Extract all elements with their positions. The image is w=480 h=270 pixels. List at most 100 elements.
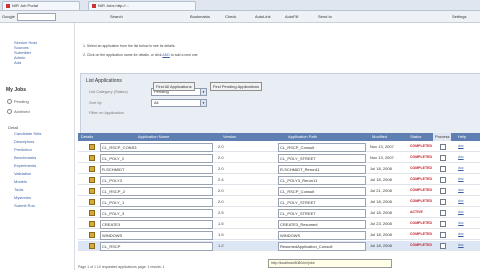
sort-select[interactable]: All ▼	[151, 99, 207, 107]
th-application-path: Application Path	[288, 134, 317, 139]
table-row[interactable]: CL_RSCP_2 2.0 CL_RSCP_Consult Jul 21, 2008 C…	[78, 186, 480, 196]
application-path-field[interactable]: CREATE3_Resumed	[278, 220, 366, 229]
th-details: Details	[81, 134, 94, 139]
process-checkbox[interactable]	[440, 210, 446, 216]
sidebar-link-experiments[interactable]: Experiments	[14, 163, 36, 168]
help-link[interactable]: doc	[458, 166, 464, 170]
folder-icon[interactable]	[89, 232, 95, 238]
folder-icon[interactable]	[89, 243, 95, 249]
application-name-field[interactable]: CREATE3	[100, 220, 213, 229]
sidebar-link-descriptors[interactable]: Descriptors	[14, 139, 34, 144]
sidebar-link-models[interactable]: Models	[14, 179, 27, 184]
help-link[interactable]: doc	[458, 188, 464, 192]
help-link[interactable]: doc	[458, 210, 464, 214]
application-path-field[interactable]: CL_POLY_STREET	[278, 154, 366, 163]
add-link[interactable]: ADD	[162, 53, 169, 57]
find-pending-applications-button[interactable]: Find Pending Applications	[210, 82, 263, 91]
application-path-field[interactable]: CL_POLY_STREET	[278, 209, 366, 218]
th-application-name: Application Name	[138, 134, 170, 139]
application-path-field[interactable]: CL_RSCP_Consult	[278, 187, 366, 196]
panel-title: List Applications	[86, 78, 122, 84]
category-label: List Category (Status)	[89, 89, 128, 94]
help-link[interactable]: doc	[458, 232, 464, 236]
sidebar-link-tools[interactable]: Tools	[14, 187, 23, 192]
sidebar-link-detail[interactable]: Detail	[8, 125, 18, 130]
modified-cell: Nov 13, 2007	[370, 155, 394, 160]
table-row[interactable]: WINDOWS 1.5 WINDOWS Jul 18, 2008 COMPLETED do…	[78, 230, 480, 240]
process-checkbox[interactable]	[440, 155, 446, 161]
sidebar-link-add[interactable]: Add	[14, 60, 21, 65]
application-path-field[interactable]: R-SCHMIDT_Rerun11	[278, 165, 366, 174]
toolbar-check[interactable]: Check	[225, 13, 236, 20]
application-name-field[interactable]: CL_POLY_2	[100, 154, 213, 163]
folder-icon[interactable]	[89, 166, 95, 172]
application-name-field[interactable]: CL_RSCP_2	[100, 187, 213, 196]
application-name-field[interactable]: CL_RSCP	[100, 242, 213, 251]
table-row[interactable]: CL_POLY_2 2.0 CL_POLY_STREET Nov 13, 2007 CO…	[78, 153, 480, 163]
help-link[interactable]: doc	[458, 177, 464, 181]
folder-icon[interactable]	[89, 188, 95, 194]
process-checkbox[interactable]	[440, 221, 446, 227]
application-name-field[interactable]: R-SCHMIDT	[100, 165, 213, 174]
folder-icon[interactable]	[89, 155, 95, 161]
process-checkbox[interactable]	[440, 232, 446, 238]
folder-icon[interactable]	[89, 199, 95, 205]
table-row[interactable]: CREATE3 1.5 CREATE3_Resumed Jul 23, 2008 COM…	[78, 219, 480, 229]
help-link[interactable]: doc	[458, 243, 464, 247]
table-row[interactable]: CL_POLY_3 2.5 CL_POLY_STREET Jul 18, 2008 AC…	[78, 208, 480, 218]
sidebar-link-candidate-sets[interactable]: Candidate Sets	[14, 131, 41, 136]
process-checkbox[interactable]	[440, 188, 446, 194]
toolbar-search-button[interactable]: Search	[110, 13, 123, 20]
process-checkbox[interactable]	[440, 199, 446, 205]
table-row[interactable]: CL_RSCP 1.2 ResumedApplication_Consult Jul …	[78, 241, 480, 251]
tab-nir-job-portal[interactable]: NIR Job Portal	[2, 1, 80, 10]
help-link[interactable]: doc	[458, 221, 464, 225]
th-process[interactable]: Process	[433, 133, 452, 141]
folder-icon[interactable]	[89, 210, 95, 216]
help-link[interactable]: doc	[458, 199, 464, 203]
process-checkbox[interactable]	[440, 243, 446, 249]
table-row[interactable]: CL_POLY_1 2.0 CL_POLY_STREET Jul 18, 2008 CO…	[78, 197, 480, 207]
toolbar-search-input[interactable]	[17, 13, 56, 21]
toolbar-bookmarks[interactable]: Bookmarks	[190, 13, 210, 20]
application-name-field[interactable]: WINDOWS	[100, 231, 213, 240]
toolbar-settings[interactable]: Settings	[452, 13, 466, 20]
status-badge: COMPLETED	[410, 177, 432, 181]
table-row[interactable]: CL_POLY3 2.4 CL_POLY3_Rerun11 Jul 18, 2008 C…	[78, 175, 480, 185]
folder-icon[interactable]	[89, 144, 95, 150]
application-path-field[interactable]: CL_POLY3_Rerun11	[278, 176, 366, 185]
radio-pending[interactable]: Pending	[7, 99, 29, 105]
process-checkbox[interactable]	[440, 144, 446, 150]
help-link[interactable]: doc	[458, 155, 464, 159]
toolbar-autofill[interactable]: AutoFill	[285, 13, 298, 20]
help-link[interactable]: doc	[458, 144, 464, 148]
tab-nir-jobs[interactable]: NIR Jobs http://...	[88, 1, 196, 10]
sidebar-link-mystories[interactable]: Mystories	[14, 195, 31, 200]
table-row[interactable]: CL_RSCP_CONS3 2.0 CL_RSCP_Consult Nov 13, 2…	[78, 142, 480, 152]
folder-icon[interactable]	[89, 221, 95, 227]
sidebar-link-validation[interactable]: Validation	[14, 171, 31, 176]
application-path-field[interactable]: WINDOWS	[278, 231, 366, 240]
sidebar-link-prediction[interactable]: Prediction	[14, 147, 32, 152]
find-all-applications-button[interactable]: Find All Applications	[153, 82, 195, 91]
toolbar-send-to[interactable]: Send to	[318, 13, 332, 20]
application-name-field[interactable]: CL_POLY_1	[100, 198, 213, 207]
process-checkbox[interactable]	[440, 166, 446, 172]
process-checkbox[interactable]	[440, 177, 446, 183]
application-name-field[interactable]: CL_POLY3	[100, 176, 213, 185]
table-row[interactable]: R-SCHMIDT 2.0 R-SCHMIDT_Rerun11 Jul 18, 200…	[78, 164, 480, 174]
application-path-field[interactable]: ResumedApplication_Consult	[278, 242, 366, 251]
toolbar-autolink[interactable]: AutoLink	[255, 13, 271, 20]
radio-archived[interactable]: Archived	[7, 109, 30, 115]
application-name-field[interactable]: CL_POLY_3	[100, 209, 213, 218]
modified-cell: Nov 13, 2007	[370, 144, 394, 149]
sidebar-link-benchmarks[interactable]: Benchmarks	[14, 155, 36, 160]
version-cell: 2.0	[218, 155, 224, 160]
folder-icon[interactable]	[89, 177, 95, 183]
application-path-field[interactable]: CL_POLY_STREET	[278, 198, 366, 207]
sidebar-link-submit-run[interactable]: Submit Run	[14, 203, 35, 208]
status-badge: COMPLETED	[410, 243, 432, 247]
application-path-field[interactable]: CL_RSCP_Consult	[278, 143, 366, 152]
application-name-field[interactable]: CL_RSCP_CONS3	[100, 143, 213, 152]
version-cell: 1.2	[218, 243, 224, 248]
